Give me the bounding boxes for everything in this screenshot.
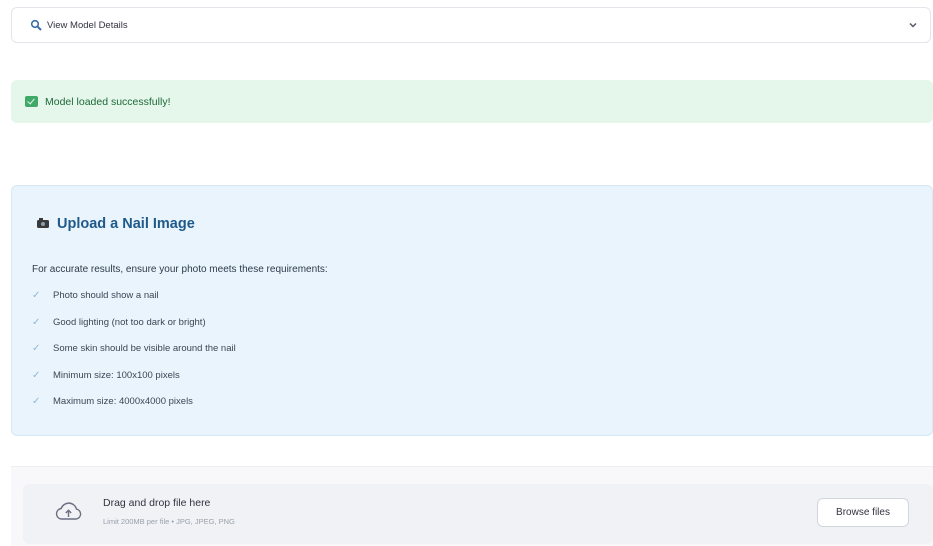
file-limit-text: Limit 200MB per file • JPG, JPEG, PNG — [103, 517, 235, 526]
app-page: View Model Details Model loaded successf… — [0, 0, 933, 546]
check-mark-icon: ✓ — [32, 290, 41, 301]
success-message: Model loaded successfully! — [45, 95, 171, 108]
requirement-text: Maximum size: 4000x4000 pixels — [53, 396, 193, 407]
chevron-down-icon[interactable] — [908, 20, 918, 30]
check-mark-icon: ✓ — [32, 396, 41, 407]
requirement-item: ✓ Some skin should be visible around the… — [32, 343, 236, 370]
requirements-list: ✓ Photo should show a nail ✓ Good lighti… — [32, 290, 236, 423]
magnifier-icon — [30, 19, 42, 31]
check-mark-icon: ✓ — [32, 343, 41, 354]
upload-title: Upload a Nail Image — [57, 216, 195, 232]
check-box-icon — [25, 96, 38, 107]
requirement-item: ✓ Photo should show a nail — [32, 290, 236, 317]
requirements-intro: For accurate results, ensure your photo … — [32, 264, 328, 275]
requirement-item: ✓ Minimum size: 100x100 pixels — [32, 370, 236, 397]
file-uploader: Drag and drop file here Limit 200MB per … — [11, 466, 933, 546]
browse-files-button[interactable]: Browse files — [817, 498, 909, 527]
check-mark-icon: ✓ — [32, 316, 41, 328]
view-model-details-expander[interactable]: View Model Details — [11, 7, 931, 43]
requirement-text: Photo should show a nail — [53, 290, 159, 301]
cloud-upload-icon — [55, 502, 82, 520]
requirement-text: Some skin should be visible around the n… — [53, 343, 236, 354]
upload-info-panel: Upload a Nail Image For accurate results… — [11, 185, 933, 436]
requirement-item: ✓ Maximum size: 4000x4000 pixels — [32, 396, 236, 423]
requirement-item: ✓ Good lighting (not too dark or bright) — [32, 317, 236, 344]
camera-icon — [37, 218, 49, 228]
upload-title-row: Upload a Nail Image — [37, 216, 195, 232]
success-alert: Model loaded successfully! — [11, 80, 933, 123]
requirement-text: Minimum size: 100x100 pixels — [53, 369, 180, 381]
expander-label: View Model Details — [47, 19, 128, 31]
dropzone-instructions: Drag and drop file here — [103, 497, 211, 509]
check-mark-icon: ✓ — [32, 369, 41, 381]
requirement-text: Good lighting (not too dark or bright) — [53, 316, 206, 328]
dropzone[interactable]: Drag and drop file here Limit 200MB per … — [23, 484, 933, 544]
